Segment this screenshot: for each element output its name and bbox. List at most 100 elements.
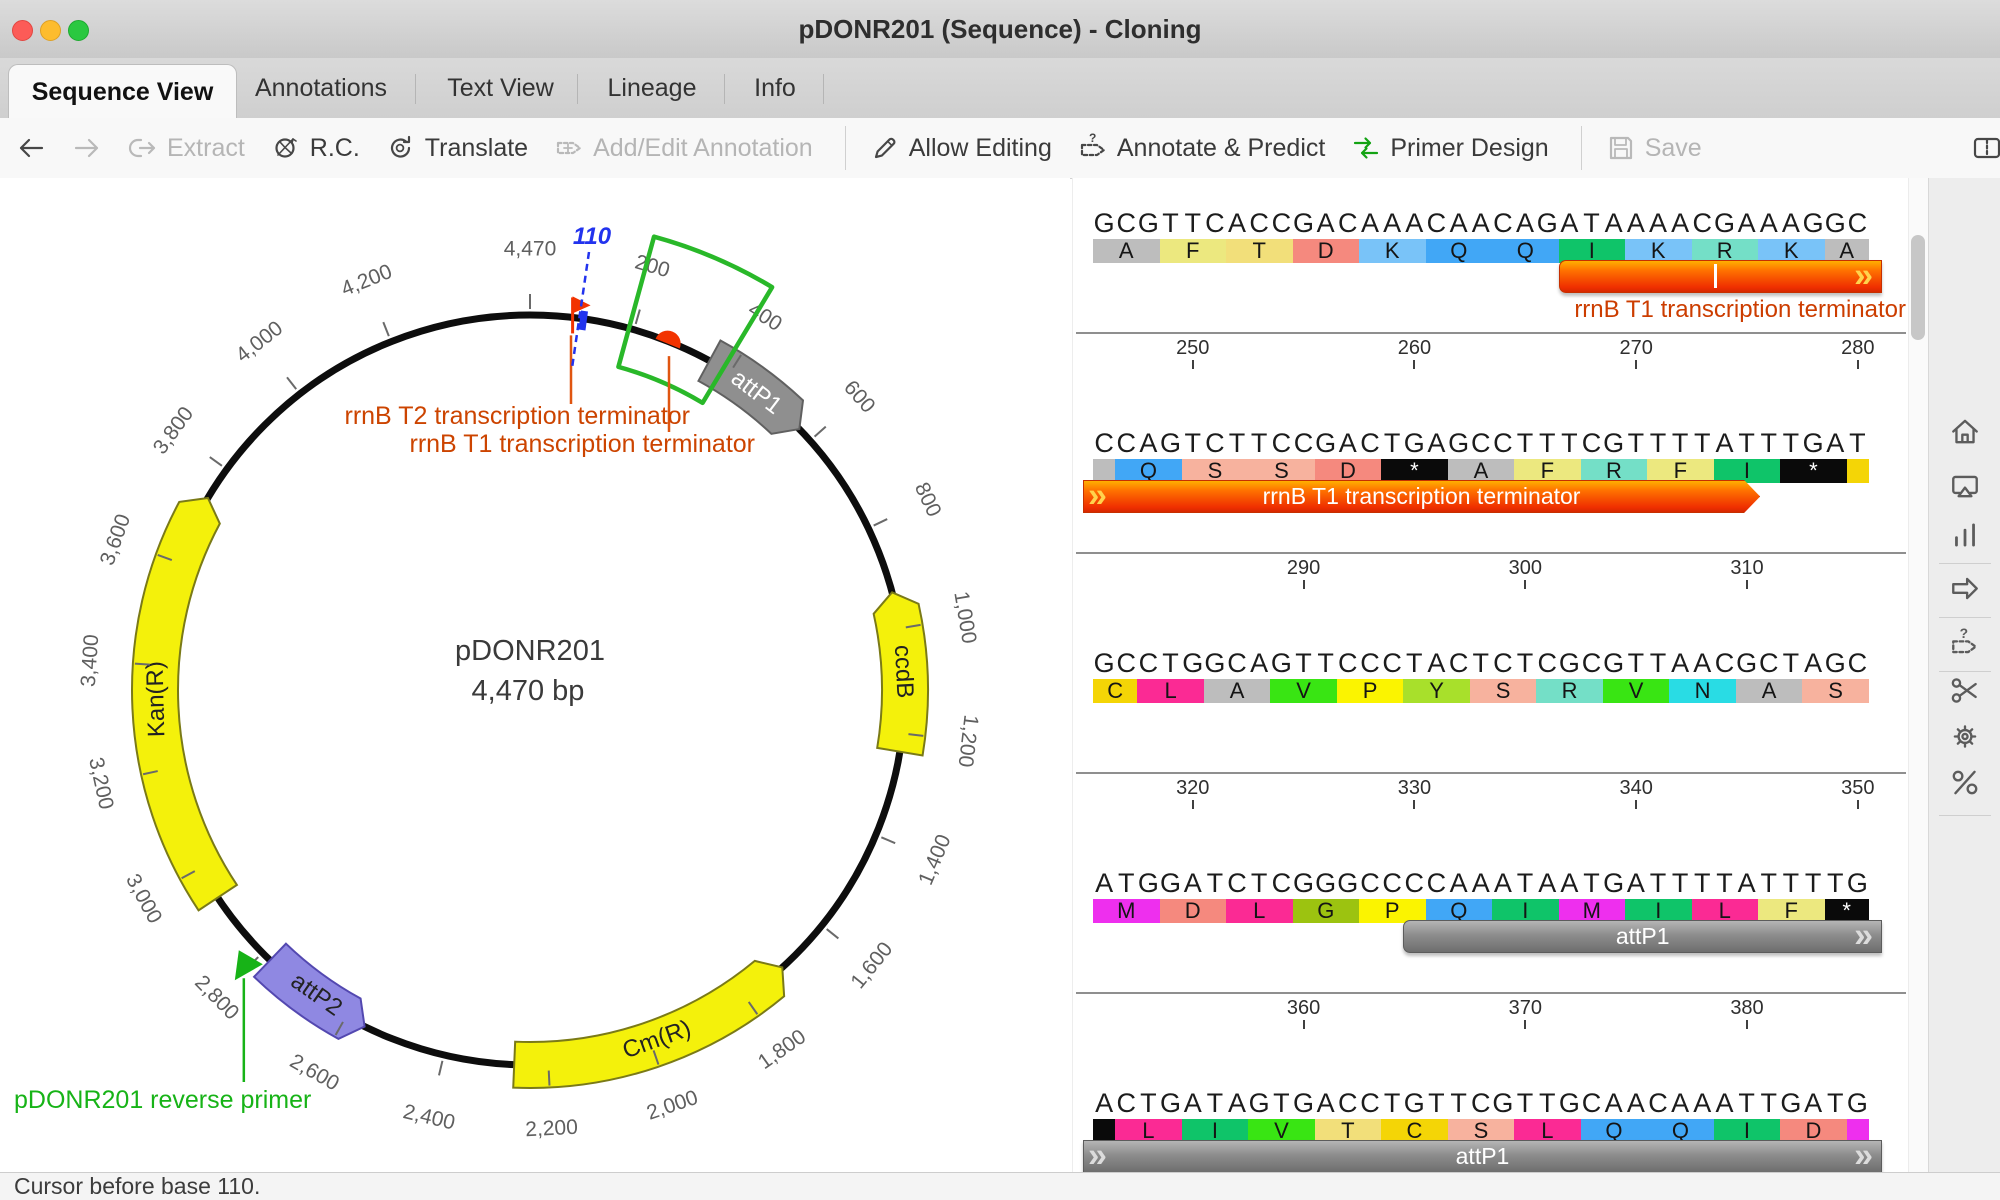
- dna-base[interactable]: G: [1159, 1090, 1181, 1116]
- dna-base[interactable]: C: [1846, 210, 1868, 236]
- dna-base[interactable]: A: [1691, 650, 1713, 676]
- dna-base[interactable]: T: [1270, 1090, 1292, 1116]
- dna-base[interactable]: T: [1736, 1090, 1758, 1116]
- dna-base[interactable]: G: [1824, 210, 1846, 236]
- amino-acid-cell[interactable]: A: [1448, 459, 1515, 483]
- dna-base[interactable]: T: [1204, 870, 1226, 896]
- amino-acid-cell[interactable]: K: [1359, 239, 1426, 263]
- dna-base[interactable]: T: [1647, 650, 1669, 676]
- dna-base[interactable]: G: [1536, 210, 1558, 236]
- dna-base[interactable]: C: [1691, 210, 1713, 236]
- bar-chart-icon[interactable]: [1949, 520, 1981, 557]
- dna-base[interactable]: C: [1403, 870, 1425, 896]
- home-icon[interactable]: [1949, 416, 1981, 453]
- dna-base[interactable]: C: [1270, 870, 1292, 896]
- dna-base[interactable]: C: [1204, 430, 1226, 456]
- amino-acid-cell[interactable]: P: [1337, 679, 1404, 703]
- dna-base[interactable]: T: [1248, 870, 1270, 896]
- amino-acid-cell[interactable]: [1093, 459, 1115, 483]
- dna-base[interactable]: A: [1492, 870, 1514, 896]
- percent-icon[interactable]: [1949, 767, 1981, 804]
- dna-base[interactable]: A: [1248, 650, 1270, 676]
- amino-acid-cell[interactable]: V: [1603, 679, 1670, 703]
- translate-button[interactable]: Translate: [386, 133, 528, 163]
- dna-base[interactable]: A: [1470, 870, 1492, 896]
- add-edit-annotation-button[interactable]: Add/Edit Annotation: [554, 133, 813, 163]
- dna-base[interactable]: C: [1226, 650, 1248, 676]
- dna-base[interactable]: T: [1381, 430, 1403, 456]
- dna-base[interactable]: T: [1315, 650, 1337, 676]
- amino-acid-cell[interactable]: Q: [1492, 239, 1559, 263]
- dna-base[interactable]: T: [1647, 430, 1669, 456]
- tab-text-view[interactable]: Text View: [432, 58, 569, 118]
- dna-base[interactable]: C: [1425, 210, 1447, 236]
- dna-base[interactable]: C: [1248, 210, 1270, 236]
- dna-base[interactable]: A: [1669, 650, 1691, 676]
- dna-base[interactable]: C: [1470, 1090, 1492, 1116]
- dna-base[interactable]: A: [1758, 210, 1780, 236]
- dna-base[interactable]: C: [1492, 210, 1514, 236]
- dna-base[interactable]: T: [1824, 870, 1846, 896]
- reverse-primer-label[interactable]: pDONR201 reverse primer: [14, 1086, 311, 1114]
- dna-base[interactable]: A: [1558, 870, 1580, 896]
- dna-base[interactable]: A: [1093, 870, 1115, 896]
- dna-base[interactable]: T: [1802, 870, 1824, 896]
- dna-base[interactable]: A: [1514, 210, 1536, 236]
- cursor-mark[interactable]: [582, 311, 585, 330]
- dna-base[interactable]: C: [1647, 1090, 1669, 1116]
- amino-acid-cell[interactable]: Q: [1115, 459, 1182, 483]
- dna-base[interactable]: T: [1115, 870, 1137, 896]
- dna-sequence-row[interactable]: GCGTTCACCGACAAACAACAGATAAAACGAAAGGC: [1093, 210, 1868, 236]
- amino-acid-cell[interactable]: L: [1226, 899, 1293, 923]
- dna-base[interactable]: T: [1381, 1090, 1403, 1116]
- dna-base[interactable]: A: [1802, 1090, 1824, 1116]
- amino-acid-cell[interactable]: A: [1736, 679, 1803, 703]
- dna-base[interactable]: T: [1248, 430, 1270, 456]
- dna-base[interactable]: A: [1625, 870, 1647, 896]
- dna-base[interactable]: T: [1758, 430, 1780, 456]
- dna-base[interactable]: G: [1736, 650, 1758, 676]
- dna-base[interactable]: G: [1159, 430, 1181, 456]
- forward-arrow-button[interactable]: [72, 133, 102, 163]
- dna-base[interactable]: G: [1802, 210, 1824, 236]
- amino-acid-cell[interactable]: G: [1293, 899, 1360, 923]
- dna-base[interactable]: T: [1514, 1090, 1536, 1116]
- annotate-predict-button[interactable]: ?Annotate & Predict: [1078, 133, 1325, 163]
- dna-base[interactable]: T: [1226, 430, 1248, 456]
- dna-base[interactable]: A: [1603, 210, 1625, 236]
- dna-base[interactable]: C: [1580, 430, 1602, 456]
- dna-base[interactable]: A: [1226, 210, 1248, 236]
- dna-base[interactable]: A: [1603, 1090, 1625, 1116]
- dna-base[interactable]: T: [1536, 1090, 1558, 1116]
- tab-annotations[interactable]: Annotations: [238, 58, 404, 118]
- dna-base[interactable]: C: [1137, 650, 1159, 676]
- dna-base[interactable]: A: [1425, 650, 1447, 676]
- dna-base[interactable]: A: [1625, 1090, 1647, 1116]
- dna-base[interactable]: T: [1625, 650, 1647, 676]
- amino-acid-cell[interactable]: A: [1093, 239, 1160, 263]
- dna-base[interactable]: C: [1846, 650, 1868, 676]
- dna-sequence-row[interactable]: ATGGATCTCGGGCCCCAAATAATGATTTTATTTTG: [1093, 870, 1868, 896]
- dna-base[interactable]: A: [1780, 210, 1802, 236]
- amino-acid-cell[interactable]: D: [1160, 899, 1227, 923]
- amino-acid-cell[interactable]: *: [1780, 459, 1847, 483]
- dna-base[interactable]: T: [1470, 650, 1492, 676]
- amino-acid-cell[interactable]: I: [1714, 459, 1781, 483]
- dna-base[interactable]: C: [1492, 430, 1514, 456]
- amino-acid-cell[interactable]: [1847, 459, 1869, 483]
- dna-base[interactable]: G: [1315, 870, 1337, 896]
- tab-sequence-view[interactable]: Sequence View: [8, 64, 237, 119]
- feature-arrow-attp1[interactable]: attP1»»: [1083, 1140, 1882, 1173]
- dna-base[interactable]: G: [1159, 870, 1181, 896]
- dna-base[interactable]: C: [1093, 430, 1115, 456]
- dna-base[interactable]: T: [1182, 430, 1204, 456]
- allow-editing-button[interactable]: Allow Editing: [870, 133, 1052, 163]
- dna-base[interactable]: C: [1270, 430, 1292, 456]
- dna-base[interactable]: G: [1802, 430, 1824, 456]
- dna-base[interactable]: A: [1137, 430, 1159, 456]
- save-button[interactable]: Save: [1606, 133, 1702, 163]
- dna-base[interactable]: C: [1359, 430, 1381, 456]
- dna-base[interactable]: T: [1159, 650, 1181, 676]
- dna-base[interactable]: T: [1780, 650, 1802, 676]
- dna-base[interactable]: T: [1580, 870, 1602, 896]
